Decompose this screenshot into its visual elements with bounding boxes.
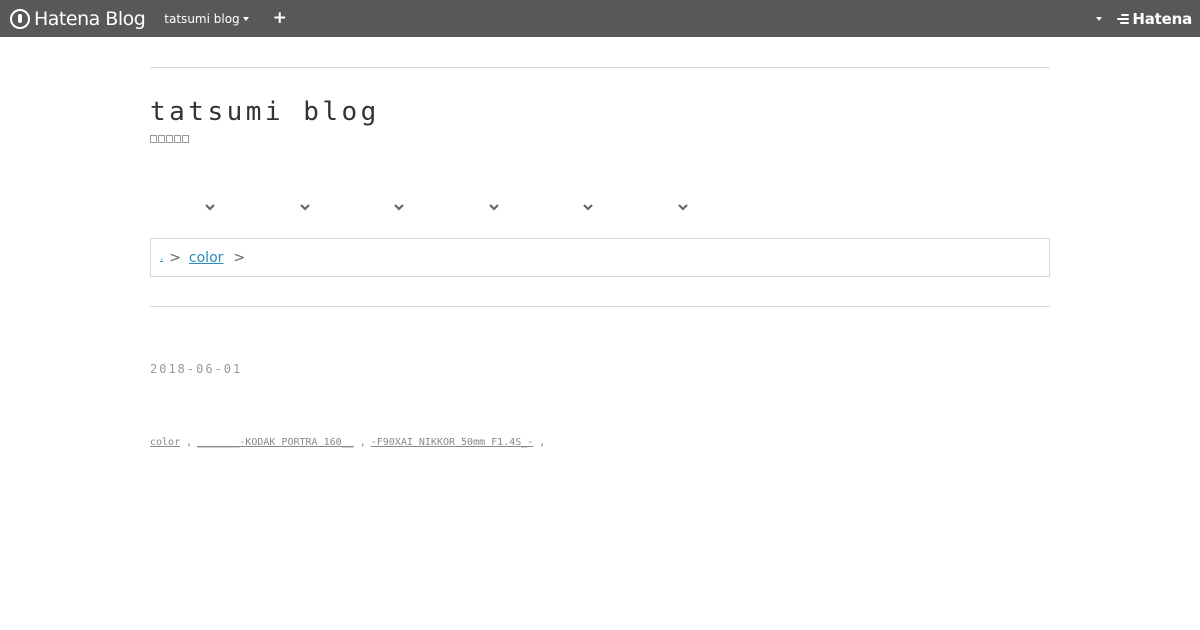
- entry-category-link[interactable]: color: [150, 437, 180, 448]
- user-menu-button[interactable]: [1089, 11, 1105, 27]
- hatena-blog-logo-text: Hatena Blog: [34, 7, 146, 30]
- blog-switcher[interactable]: tatsumi blog: [164, 11, 249, 26]
- blog-description: [150, 135, 189, 143]
- breadcrumb: . > color >: [150, 238, 1050, 277]
- hatena-mark-icon: [1117, 13, 1130, 24]
- separator: ,: [359, 437, 366, 448]
- chevron-down-icon[interactable]: [582, 201, 594, 213]
- hatena-blog-logo-icon: [10, 8, 30, 29]
- add-entry-button[interactable]: +: [273, 10, 287, 27]
- caret-down-icon: [242, 17, 249, 21]
- chevron-down-icon[interactable]: [299, 201, 311, 213]
- hatena-blog-logo[interactable]: Hatena Blog: [10, 7, 146, 30]
- chevron-down-icon[interactable]: [204, 201, 216, 213]
- entry-title-link[interactable]: -F90XAI NIKKOR 50mm F1.4S_-: [371, 437, 534, 448]
- content-divider: [150, 306, 1050, 307]
- hatena-logo[interactable]: Hatena: [1117, 10, 1192, 28]
- header-divider: [150, 67, 1050, 68]
- hatena-logo-text: Hatena: [1132, 9, 1192, 28]
- blog-switcher-label: tatsumi blog: [164, 11, 240, 26]
- breadcrumb-home-link[interactable]: .: [160, 252, 163, 263]
- caret-down-icon: [1095, 17, 1102, 21]
- chevron-down-icon[interactable]: [677, 201, 689, 213]
- entry-list-item: color , _______-KODAK PORTRA 160__ , -F9…: [150, 437, 550, 448]
- entry-title-link[interactable]: _______-KODAK PORTRA 160__: [197, 437, 354, 448]
- chevron-down-icon[interactable]: [488, 201, 500, 213]
- archive-date: 2018-06-01: [150, 362, 243, 376]
- separator: ,: [539, 437, 546, 448]
- chevron-down-icon[interactable]: [393, 201, 405, 213]
- global-header: Hatena Blog tatsumi blog + Hatena: [0, 0, 1200, 37]
- category-menu: [150, 201, 710, 215]
- breadcrumb-separator: >: [233, 249, 246, 266]
- breadcrumb-category-link[interactable]: color: [189, 250, 223, 266]
- blog-title[interactable]: tatsumi blog: [150, 97, 380, 127]
- separator: ,: [186, 437, 193, 448]
- breadcrumb-separator: >: [169, 249, 181, 266]
